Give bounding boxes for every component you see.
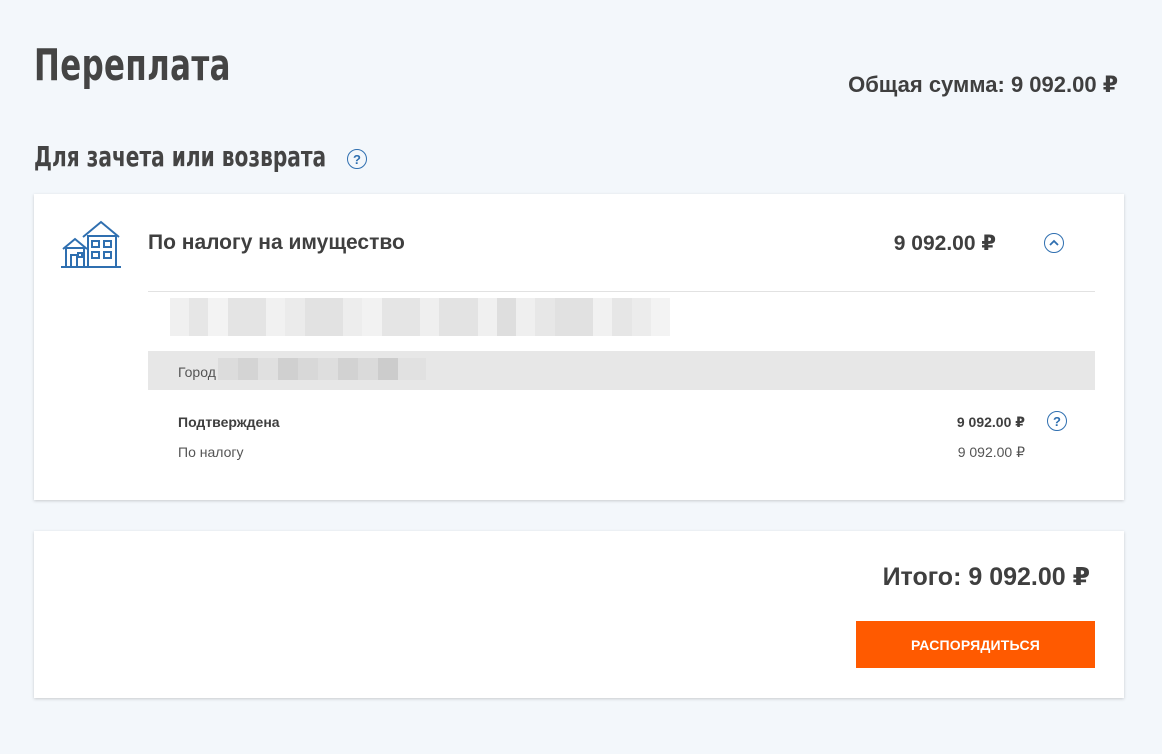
city-label: Город: [178, 364, 216, 380]
section-title: Для зачета или возврата: [34, 140, 327, 173]
city-row: Город: [148, 351, 1095, 390]
page-title: Переплата: [34, 40, 231, 91]
dispose-button[interactable]: РАСПОРЯДИТЬСЯ: [856, 621, 1095, 668]
divider: [148, 291, 1095, 292]
overall-total: Общая сумма: 9 092.00 ₽: [848, 72, 1118, 97]
redacted-address: [170, 298, 671, 336]
tax-title: По налогу на имущество: [148, 231, 405, 254]
collapse-toggle[interactable]: [1044, 233, 1064, 253]
status-help-icon[interactable]: ?: [1047, 411, 1067, 431]
status-amount: 9 092.00 ₽: [956, 414, 1025, 430]
sub-label: По налогу: [178, 444, 244, 460]
chevron-up-icon: [1049, 239, 1059, 246]
tax-amount: 9 092.00 ₽: [893, 232, 996, 255]
sub-amount: 9 092.00 ₽: [957, 444, 1025, 460]
help-icon[interactable]: ?: [347, 149, 367, 169]
tax-card: По налогу на имущество 9 092.00 ₽ Город: [34, 194, 1124, 500]
redacted-city: [218, 358, 426, 380]
status-label: Подтверждена: [178, 414, 280, 430]
house-icon: [61, 220, 121, 268]
grand-total: Итого: 9 092.00 ₽: [882, 563, 1090, 591]
total-card: Итого: 9 092.00 ₽ РАСПОРЯДИТЬСЯ: [34, 531, 1124, 698]
